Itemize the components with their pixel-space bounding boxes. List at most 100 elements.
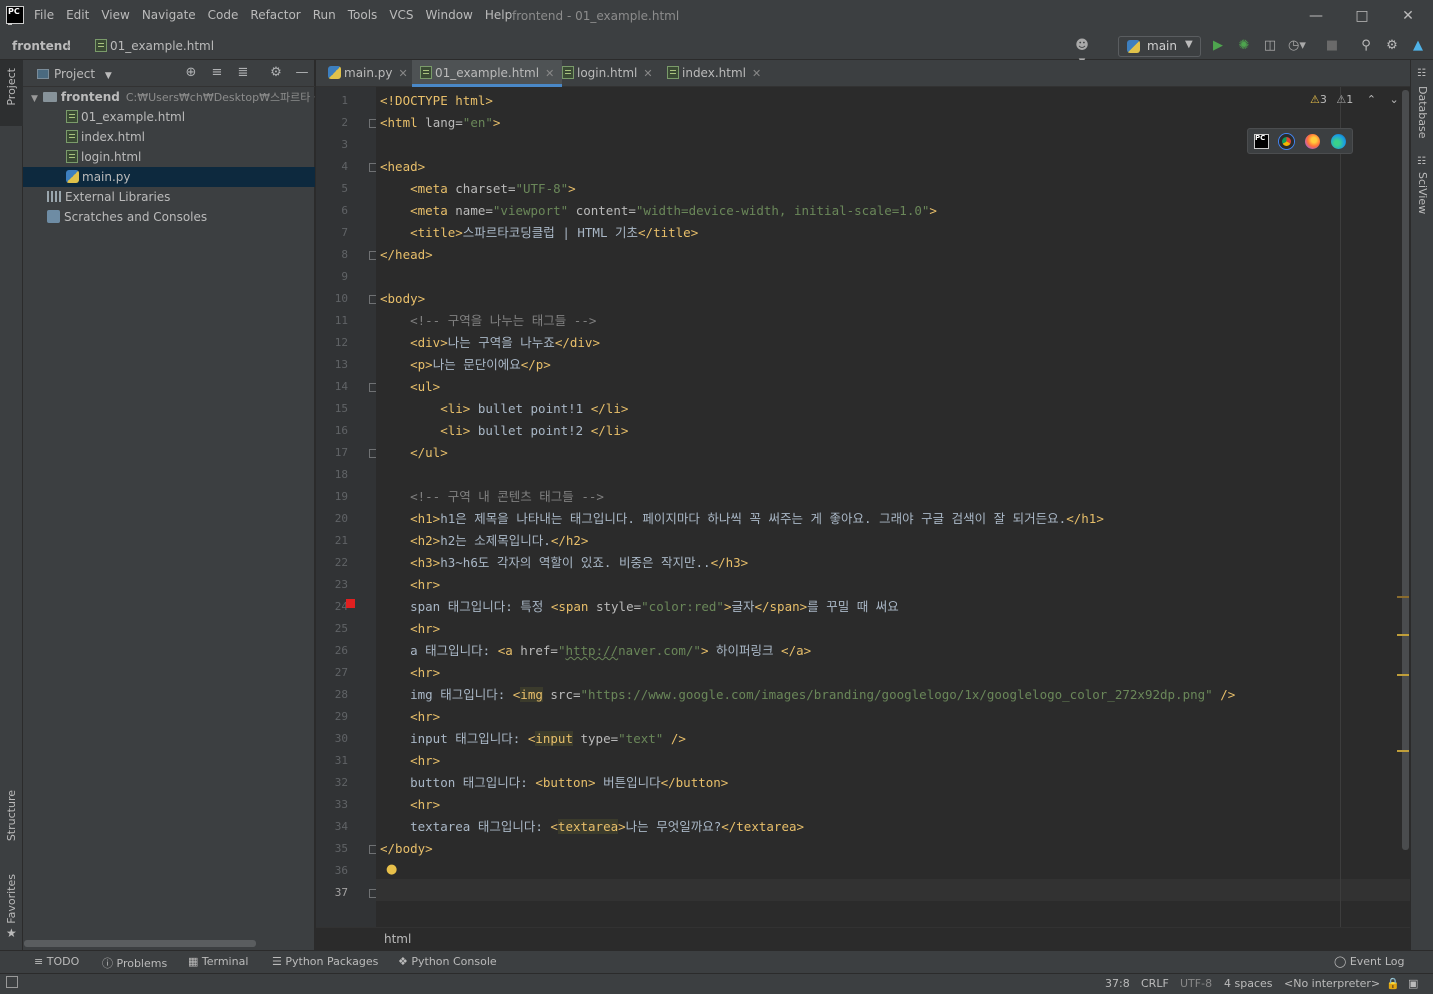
project-tool-tab[interactable]: Project	[0, 60, 23, 126]
breadcrumb-file[interactable]: 01_example.html	[95, 39, 214, 53]
python-interpreter[interactable]: <No interpreter>	[1284, 977, 1380, 990]
error-stripe-mark[interactable]	[1397, 634, 1409, 636]
run-icon[interactable]: ▶	[1210, 38, 1226, 54]
gear-icon[interactable]: ⚙	[1384, 38, 1400, 54]
code-line[interactable]: img 태그입니다: <img src="https://www.google.…	[380, 684, 1235, 706]
run-config-selector[interactable]: main ▼	[1118, 36, 1201, 57]
code-line[interactable]: a 태그입니다: <a href="http://naver.com/"> 하이…	[380, 640, 811, 662]
menu-item[interactable]: Tools	[348, 8, 384, 22]
code-line[interactable]: </body>	[380, 838, 433, 860]
menu-item[interactable]: Edit	[66, 8, 95, 22]
code-line[interactable]: <li> bullet point!1 </li>	[380, 398, 628, 420]
menu-item[interactable]: Window	[426, 8, 479, 22]
code-line[interactable]: <p>나는 문단이에요</p>	[380, 354, 551, 376]
code-line[interactable]: <hr>	[380, 574, 440, 596]
code-line[interactable]: <html lang="en">	[380, 112, 500, 134]
database-tool-tab[interactable]: Database	[1416, 86, 1429, 139]
firefox-icon[interactable]	[1305, 134, 1320, 149]
error-stripe-mark[interactable]	[1397, 596, 1409, 598]
error-stripe-mark[interactable]	[1397, 750, 1409, 752]
lightbulb-icon[interactable]: ●	[386, 862, 400, 878]
tree-external-libraries[interactable]: External Libraries	[23, 187, 315, 207]
code-line[interactable]: <body>	[380, 288, 425, 310]
line-separator[interactable]: CRLF	[1141, 977, 1169, 990]
todo-tool-button[interactable]: ≡ TODO	[34, 955, 79, 968]
breadcrumb-project[interactable]: frontend	[12, 39, 71, 53]
python-console-tool-button[interactable]: ❖ Python Console	[398, 955, 497, 968]
code-line[interactable]: </ul>	[380, 442, 448, 464]
memory-indicator-icon[interactable]: ▣	[1408, 977, 1418, 990]
code-editor[interactable]: <!DOCTYPE html> <html lang="en"> <head> <m…	[376, 87, 1410, 927]
inspections-widget[interactable]: ⚠3 ⚠1 ⌃ ⌄	[1310, 93, 1399, 106]
structure-tool-tab[interactable]: Structure	[5, 790, 18, 841]
minimize-window-button[interactable]: —	[1306, 6, 1326, 26]
menu-item[interactable]: File	[34, 8, 60, 22]
code-line[interactable]: <hr>	[380, 618, 440, 640]
tree-file[interactable]: index.html	[23, 127, 315, 147]
locate-icon[interactable]: ⊕	[183, 65, 199, 81]
expand-icon[interactable]: ≡	[209, 65, 225, 81]
minimize-icon[interactable]: —	[294, 65, 310, 81]
profile-icon[interactable]: ◷▾	[1288, 38, 1306, 54]
menu-item[interactable]: View	[101, 8, 135, 22]
tab-01-example-html[interactable]: 01_example.html ✕	[412, 60, 563, 87]
coverage-icon[interactable]: ◫	[1262, 38, 1278, 54]
code-line[interactable]: <!-- 구역 내 콘텐츠 태그들 -->	[380, 486, 604, 508]
code-line[interactable]: <!DOCTYPE html>	[380, 90, 493, 112]
code-line[interactable]: <div>나는 구역을 나누죠</div>	[380, 332, 600, 354]
menu-item[interactable]: Code	[208, 8, 245, 22]
lock-icon[interactable]: 🔒	[1386, 977, 1400, 990]
layout-icon[interactable]	[6, 976, 18, 988]
tab-index-html[interactable]: index.html ✕	[659, 60, 769, 87]
editor-gutter[interactable]: 1 2 3 4 5 6 7 8 9 10 11 12 13 14 15 16 17 18 19 20 21 22 23 24 2…	[316, 87, 378, 927]
terminal-tool-button[interactable]: ▦ Terminal	[188, 955, 248, 968]
tree-scratches[interactable]: Scratches and Consoles	[23, 207, 315, 227]
code-line[interactable]: <li> bullet point!2 </li>	[380, 420, 628, 442]
editor-breadcrumb-html[interactable]: html	[384, 932, 411, 946]
code-line[interactable]: button 태그입니다: <button> 버튼입니다</button>	[380, 772, 728, 794]
tab-login-html[interactable]: login.html ✕	[554, 60, 661, 87]
close-icon[interactable]: ✕	[545, 67, 554, 80]
gear-icon[interactable]: ⚙	[268, 65, 284, 81]
tree-file-selected[interactable]: main.py	[23, 167, 315, 187]
code-line[interactable]: <h3>h3~h6도 각자의 역할이 있죠. 비중은 작지만..</h3>	[380, 552, 748, 574]
project-view-selector[interactable]: Project ▼	[37, 67, 112, 81]
code-line[interactable]: <h1>h1은 제목을 나타내는 태그입니다. 페이지마다 하나씩 꼭 써주는 …	[380, 508, 1104, 530]
tree-root[interactable]: ▼ frontend C:₩Users₩ch₩Desktop₩스파르타 폴	[23, 87, 315, 107]
horizontal-scrollbar[interactable]	[24, 940, 256, 947]
close-icon[interactable]: ✕	[399, 67, 408, 80]
menu-item[interactable]: Navigate	[142, 8, 202, 22]
sciview-tool-tab[interactable]: SciView	[1416, 172, 1429, 214]
code-line[interactable]: textarea 태그입니다: <textarea>나는 무엇일까요?</tex…	[380, 816, 804, 838]
tab-main-py[interactable]: main.py ✕	[320, 60, 416, 87]
vertical-scrollbar[interactable]	[1402, 90, 1409, 850]
error-stripe-mark[interactable]	[1397, 674, 1409, 676]
code-line[interactable]: <head>	[380, 156, 425, 178]
favorites-tool-tab[interactable]: Favorites	[5, 874, 18, 924]
menu-item[interactable]: Refactor	[250, 8, 306, 22]
code-line[interactable]: <hr>	[380, 794, 440, 816]
chevron-up-icon[interactable]: ⌃	[1367, 93, 1376, 106]
code-line[interactable]: <meta name="viewport" content="width=dev…	[380, 200, 937, 222]
stop-icon[interactable]: ■	[1324, 38, 1340, 54]
menu-item[interactable]: VCS	[389, 8, 419, 22]
collapse-icon[interactable]: ≣	[235, 65, 251, 81]
tree-file[interactable]: login.html	[23, 147, 315, 167]
close-icon[interactable]: ✕	[643, 67, 652, 80]
code-line[interactable]: <hr>	[380, 662, 440, 684]
code-line[interactable]: <title>스파르타코딩클럽 | HTML 기초</title>	[380, 222, 698, 244]
code-line[interactable]: <hr>	[380, 706, 440, 728]
indent-setting[interactable]: 4 spaces	[1224, 977, 1273, 990]
code-line[interactable]: </head>	[380, 244, 433, 266]
problems-tool-button[interactable]: ⓘ Problems	[102, 955, 167, 971]
caret-position[interactable]: 37:8	[1105, 977, 1130, 990]
code-line[interactable]: <meta charset="UTF-8">	[380, 178, 576, 200]
debug-icon[interactable]: ✺	[1236, 38, 1252, 54]
code-line[interactable]: <ul>	[380, 376, 440, 398]
file-encoding[interactable]: UTF-8	[1180, 977, 1212, 990]
toolbox-icon[interactable]: ▲	[1410, 38, 1426, 54]
pycharm-browser-icon[interactable]: PC	[1254, 134, 1269, 149]
menu-item[interactable]: Run	[313, 8, 342, 22]
chrome-icon[interactable]	[1279, 134, 1294, 149]
tree-file[interactable]: 01_example.html	[23, 107, 315, 127]
